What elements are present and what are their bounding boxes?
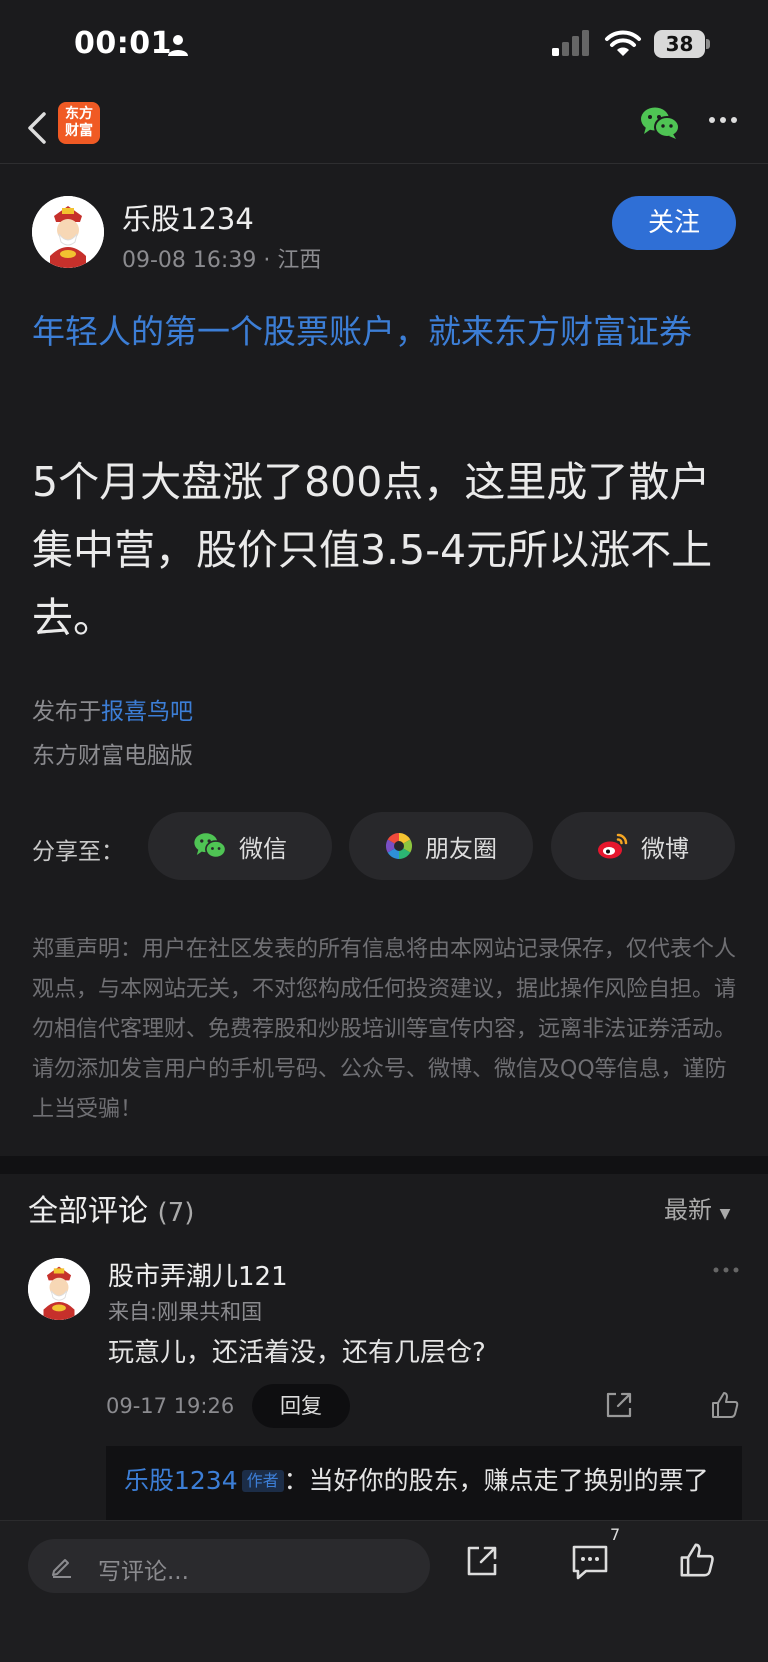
comment-text: 玩意儿，还活着没，还有几层仓? bbox=[108, 1338, 486, 1368]
comment-time: 09-17 19:26 bbox=[106, 1394, 235, 1418]
author-name[interactable]: 乐股1234 bbox=[122, 196, 254, 238]
comment-more-icon[interactable] bbox=[712, 1266, 740, 1274]
wechat-icon[interactable] bbox=[640, 106, 680, 140]
back-icon[interactable] bbox=[22, 108, 58, 148]
commenter-avatar[interactable] bbox=[28, 1258, 90, 1320]
share-moments-label: 朋友圈 bbox=[425, 834, 497, 863]
comments-title: 全部评论 (7) bbox=[28, 1186, 194, 1230]
commenter-name[interactable]: 股市弄潮儿121 bbox=[108, 1256, 288, 1293]
status-bar: 00:01 38 bbox=[0, 0, 768, 92]
reply-preview[interactable]: 乐股1234 作者 ：当好你的股东，赚点走了换别的票了 bbox=[106, 1446, 742, 1520]
battery-tip bbox=[706, 39, 710, 49]
comment-count-badge: 7 bbox=[610, 1525, 621, 1544]
nav-bar: 东方 财富 bbox=[0, 92, 768, 164]
ad-banner-link[interactable]: 年轻人的第一个股票账户，就来东方财富证券 bbox=[32, 304, 740, 360]
post-source: 东方财富电脑版 bbox=[32, 743, 193, 769]
weibo-icon bbox=[598, 833, 628, 859]
author-avatar[interactable] bbox=[32, 196, 104, 268]
share-wechat-button[interactable]: 微信 bbox=[148, 812, 332, 880]
comment-input[interactable]: 写评论... bbox=[28, 1539, 430, 1593]
share-moments-button[interactable]: 朋友圈 bbox=[349, 812, 533, 880]
published-prefix: 发布于 bbox=[32, 699, 101, 725]
logo-line-1: 东方 bbox=[65, 106, 93, 122]
sort-label: 最新 bbox=[664, 1196, 712, 1224]
comments-header: 全部评论 (7) 最新 ▼ bbox=[0, 1184, 768, 1234]
section-divider bbox=[0, 1156, 768, 1174]
moments-icon bbox=[385, 832, 413, 860]
meta-dot: · bbox=[263, 248, 278, 273]
post-author-row: 乐股1234 09-08 16:39 · 江西 关注 bbox=[0, 196, 768, 276]
share-icon[interactable] bbox=[464, 1543, 500, 1579]
god-of-wealth-avatar-icon bbox=[28, 1258, 90, 1320]
thumbs-up-icon[interactable] bbox=[710, 1390, 740, 1420]
stock-bar-link[interactable]: 报喜鸟吧 bbox=[101, 699, 193, 725]
logo-line-2: 财富 bbox=[65, 123, 93, 139]
god-of-wealth-avatar-icon bbox=[32, 196, 104, 268]
published-in: 发布于报喜鸟吧 bbox=[32, 692, 193, 726]
post-content: 5个月大盘涨了800点，这里成了散户集中营，股价只值3.5-4元所以涨不上去。 bbox=[32, 458, 713, 642]
comment-input-placeholder: 写评论... bbox=[98, 1559, 189, 1585]
more-options-icon[interactable] bbox=[708, 114, 738, 126]
reply-separator: ： bbox=[283, 1466, 309, 1495]
wifi-icon bbox=[605, 30, 641, 56]
pencil-icon bbox=[52, 1559, 71, 1578]
comments-title-label: 全部评论 bbox=[28, 1194, 148, 1229]
author-tag-badge: 作者 bbox=[241, 1470, 284, 1492]
app-logo: 东方 财富 bbox=[58, 102, 100, 144]
reply-author[interactable]: 乐股1234 bbox=[124, 1466, 238, 1495]
sort-dropdown[interactable]: 最新 ▼ bbox=[664, 1190, 730, 1225]
thumbs-up-icon[interactable] bbox=[678, 1541, 716, 1579]
comment-icon[interactable] bbox=[570, 1543, 610, 1581]
share-icon[interactable] bbox=[604, 1390, 634, 1420]
bottom-action-bar: 写评论... 7 bbox=[0, 1520, 768, 1662]
share-label: 分享至： bbox=[32, 839, 124, 865]
status-time: 00:01 bbox=[74, 26, 172, 61]
reply-button[interactable]: 回复 bbox=[252, 1384, 350, 1428]
reply-text: 当好你的股东，赚点走了换别的票了 bbox=[308, 1466, 709, 1495]
share-weibo-label: 微博 bbox=[641, 834, 689, 863]
person-icon bbox=[168, 35, 188, 56]
follow-button[interactable]: 关注 bbox=[612, 196, 736, 250]
battery-level: 38 bbox=[654, 30, 705, 58]
post-date: 09-08 16:39 bbox=[122, 248, 257, 273]
caret-down-icon: ▼ bbox=[719, 1206, 731, 1222]
comment-source: 来自:刚果共和国 bbox=[108, 1300, 263, 1324]
post-location: 江西 bbox=[277, 248, 322, 273]
post-meta: 09-08 16:39 · 江西 bbox=[122, 242, 321, 274]
battery-indicator: 38 bbox=[654, 30, 710, 58]
share-weibo-button[interactable]: 微博 bbox=[551, 812, 735, 880]
disclaimer-text: 郑重声明：用户在社区发表的所有信息将由本网站记录保存，仅代表个人观点，与本网站无… bbox=[32, 937, 737, 1122]
share-row: 分享至： 微信 朋友圈 微博 bbox=[0, 812, 768, 880]
share-wechat-label: 微信 bbox=[239, 834, 287, 863]
cellular-signal-icon bbox=[552, 30, 589, 56]
wechat-icon bbox=[194, 833, 227, 859]
comments-count: (7) bbox=[157, 1198, 195, 1228]
